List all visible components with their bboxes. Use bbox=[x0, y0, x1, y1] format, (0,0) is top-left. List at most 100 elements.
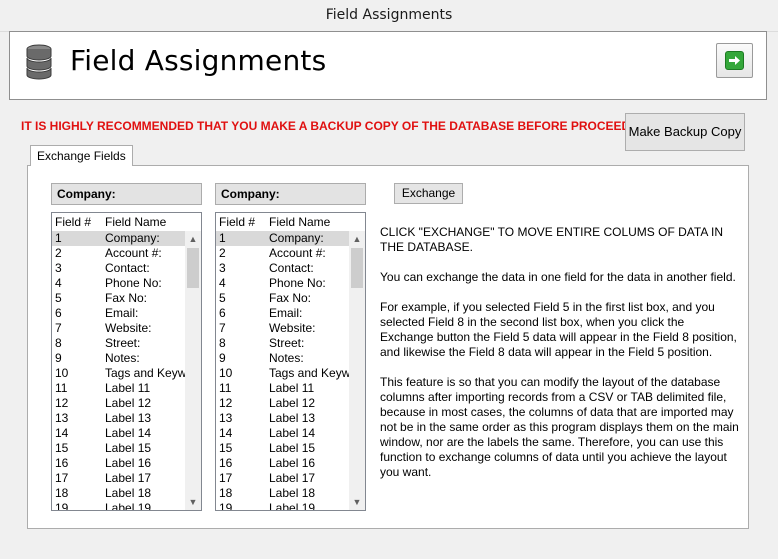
scroll-down-icon[interactable]: ▼ bbox=[349, 494, 365, 510]
field-name: Label 16 bbox=[269, 456, 316, 470]
field-name: Label 16 bbox=[105, 456, 152, 470]
list-item[interactable]: 10 Tags and Keyw bbox=[52, 366, 185, 381]
field-number: 13 bbox=[55, 411, 69, 425]
field-name: Label 12 bbox=[105, 396, 152, 410]
list-item[interactable]: 19 Label 19 bbox=[216, 501, 349, 511]
list-item[interactable]: 6 Email: bbox=[216, 306, 349, 321]
scroll-thumb[interactable] bbox=[351, 248, 363, 288]
list-item[interactable]: 8 Street: bbox=[52, 336, 185, 351]
list-item[interactable]: 5 Fax No: bbox=[216, 291, 349, 306]
list-item[interactable]: 4 Phone No: bbox=[216, 276, 349, 291]
column-header-field-name[interactable]: Field Name bbox=[105, 215, 166, 229]
field-name: Website: bbox=[105, 321, 152, 335]
field-number: 1 bbox=[219, 231, 226, 245]
list-item[interactable]: 7 Website: bbox=[52, 321, 185, 336]
scroll-up-icon[interactable]: ▲ bbox=[185, 231, 201, 247]
field-name: Label 15 bbox=[105, 441, 152, 455]
field-name: Label 13 bbox=[105, 411, 152, 425]
field-name: Label 19 bbox=[269, 501, 316, 511]
field-name: Notes: bbox=[105, 351, 140, 365]
list-item[interactable]: 11 Label 11 bbox=[52, 381, 185, 396]
field-name: Phone No: bbox=[269, 276, 326, 290]
instructions-paragraph-3: For example, if you selected Field 5 in … bbox=[380, 300, 737, 359]
field-name: Tags and Keyw bbox=[269, 366, 349, 380]
list-item[interactable]: 16 Label 16 bbox=[52, 456, 185, 471]
field-name: Label 11 bbox=[105, 381, 151, 395]
exchange-button[interactable]: Exchange bbox=[394, 183, 463, 204]
list-item[interactable]: 12 Label 12 bbox=[216, 396, 349, 411]
field-number: 3 bbox=[55, 261, 62, 275]
field-name: Label 14 bbox=[105, 426, 152, 440]
list-item[interactable]: 4 Phone No: bbox=[52, 276, 185, 291]
list-item[interactable]: 9 Notes: bbox=[52, 351, 185, 366]
column-header-field-name[interactable]: Field Name bbox=[269, 215, 330, 229]
field-name: Contact: bbox=[105, 261, 150, 275]
list-item[interactable]: 10 Tags and Keyw bbox=[216, 366, 349, 381]
field-number: 6 bbox=[55, 306, 62, 320]
list-item[interactable]: 3 Contact: bbox=[216, 261, 349, 276]
list-item[interactable]: 17 Label 17 bbox=[52, 471, 185, 486]
field-number: 16 bbox=[55, 456, 69, 470]
field-number: 13 bbox=[219, 411, 233, 425]
scroll-down-icon[interactable]: ▼ bbox=[185, 494, 201, 510]
field-number: 5 bbox=[55, 291, 62, 305]
list-item[interactable]: 5 Fax No: bbox=[52, 291, 185, 306]
next-button[interactable] bbox=[716, 43, 753, 78]
field-name: Label 14 bbox=[269, 426, 316, 440]
field-name: Label 18 bbox=[105, 486, 152, 500]
right-field-list[interactable]: Field # Field Name 1 Company: 2 Account #: 3… bbox=[215, 212, 366, 511]
field-name: Account #: bbox=[269, 246, 326, 260]
green-arrow-icon bbox=[725, 51, 744, 70]
list-item[interactable]: 17 Label 17 bbox=[216, 471, 349, 486]
list-item[interactable]: 2 Account #: bbox=[52, 246, 185, 261]
list-item[interactable]: 18 Label 18 bbox=[216, 486, 349, 501]
header-panel: Field Assignments bbox=[9, 31, 767, 100]
list-item[interactable]: 2 Account #: bbox=[216, 246, 349, 261]
list-item[interactable]: 1 Company: bbox=[52, 231, 185, 246]
list-item[interactable]: 12 Label 12 bbox=[52, 396, 185, 411]
list-item[interactable]: 14 Label 14 bbox=[216, 426, 349, 441]
field-number: 11 bbox=[55, 381, 68, 395]
list-item[interactable]: 14 Label 14 bbox=[52, 426, 185, 441]
field-number: 10 bbox=[219, 366, 233, 380]
field-number: 18 bbox=[55, 486, 69, 500]
scroll-up-icon[interactable]: ▲ bbox=[349, 231, 365, 247]
list-item[interactable]: 15 Label 15 bbox=[52, 441, 185, 456]
list-item[interactable]: 6 Email: bbox=[52, 306, 185, 321]
column-header-field-num[interactable]: Field # bbox=[219, 215, 255, 229]
scroll-thumb[interactable] bbox=[187, 248, 199, 288]
field-name: Phone No: bbox=[105, 276, 162, 290]
right-list-header: Field # Field Name bbox=[216, 213, 349, 231]
list-item[interactable]: 19 Label 19 bbox=[52, 501, 185, 511]
make-backup-button[interactable]: Make Backup Copy bbox=[625, 113, 745, 151]
right-list-scrollbar[interactable]: ▲ ▼ bbox=[349, 231, 365, 510]
field-number: 6 bbox=[219, 306, 226, 320]
list-item[interactable]: 18 Label 18 bbox=[52, 486, 185, 501]
list-item[interactable]: 8 Street: bbox=[216, 336, 349, 351]
list-item[interactable]: 7 Website: bbox=[216, 321, 349, 336]
list-item[interactable]: 11 Label 11 bbox=[216, 381, 349, 396]
field-number: 4 bbox=[55, 276, 62, 290]
left-field-list[interactable]: Field # Field Name 1 Company: 2 Account #: 3… bbox=[51, 212, 202, 511]
page-title: Field Assignments bbox=[70, 44, 327, 77]
field-number: 19 bbox=[55, 501, 69, 511]
tab-exchange-fields[interactable]: Exchange Fields bbox=[30, 145, 133, 166]
left-list-header: Field # Field Name bbox=[52, 213, 185, 231]
list-item[interactable]: 3 Contact: bbox=[52, 261, 185, 276]
left-list-rows: 1 Company: 2 Account #: 3 Contact: 4 Phone No: 5… bbox=[52, 231, 185, 511]
column-header-field-num[interactable]: Field # bbox=[55, 215, 91, 229]
list-item[interactable]: 16 Label 16 bbox=[216, 456, 349, 471]
field-name: Company: bbox=[105, 231, 160, 245]
list-item[interactable]: 13 Label 13 bbox=[52, 411, 185, 426]
field-number: 4 bbox=[219, 276, 226, 290]
left-company-label: Company: bbox=[51, 183, 202, 205]
field-number: 17 bbox=[219, 471, 233, 485]
field-number: 15 bbox=[219, 441, 233, 455]
field-name: Website: bbox=[269, 321, 316, 335]
list-item[interactable]: 1 Company: bbox=[216, 231, 349, 246]
field-name: Street: bbox=[105, 336, 141, 350]
list-item[interactable]: 15 Label 15 bbox=[216, 441, 349, 456]
left-list-scrollbar[interactable]: ▲ ▼ bbox=[185, 231, 201, 510]
list-item[interactable]: 13 Label 13 bbox=[216, 411, 349, 426]
list-item[interactable]: 9 Notes: bbox=[216, 351, 349, 366]
